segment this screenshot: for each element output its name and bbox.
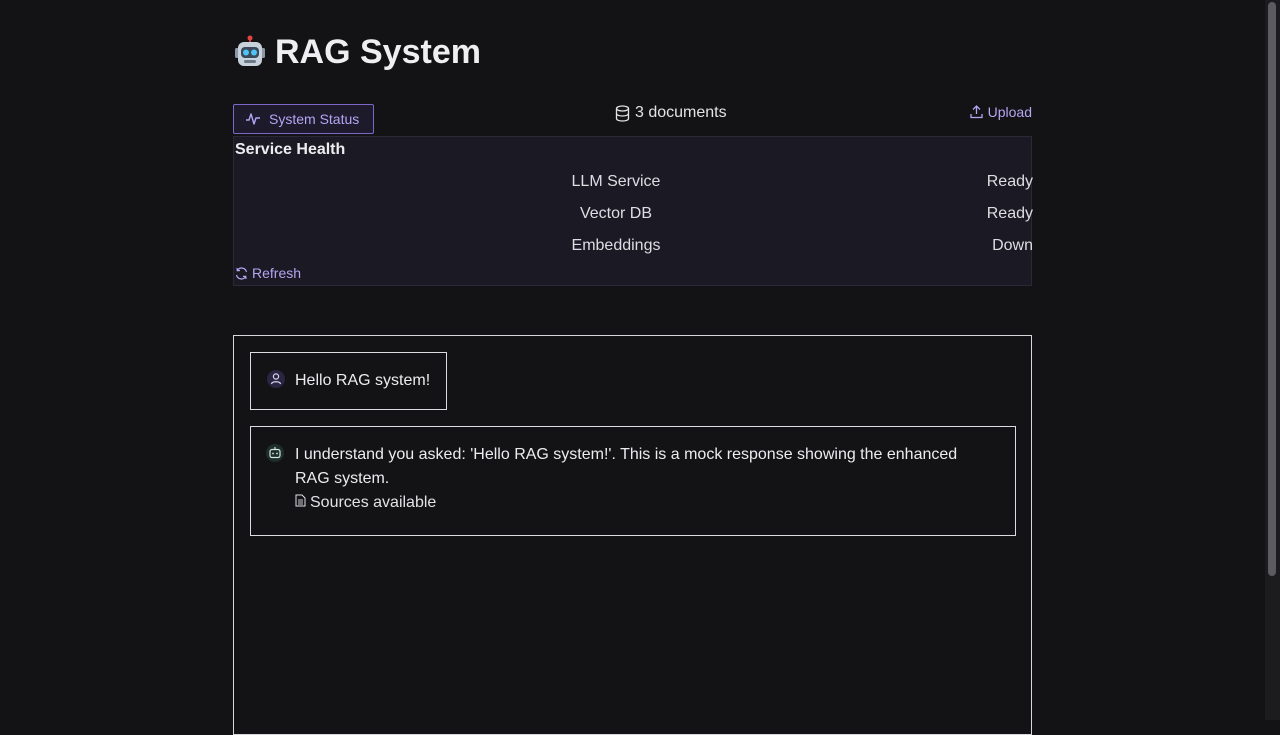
service-name: Embeddings bbox=[571, 237, 661, 254]
chat-panel: Hello RAG system! I understand you asked… bbox=[233, 335, 1032, 735]
service-row-llm: LLM Service Ready bbox=[234, 173, 1033, 193]
refresh-button[interactable]: Refresh bbox=[235, 265, 301, 281]
service-health-panel: Service Health LLM Service Ready Vector … bbox=[233, 136, 1033, 286]
document-count: 3 documents bbox=[615, 104, 727, 122]
user-icon bbox=[267, 370, 285, 388]
refresh-label: Refresh bbox=[252, 265, 302, 281]
service-row-embeddings: Embeddings Down bbox=[234, 237, 1033, 257]
assistant-message-text: I understand you asked: 'Hello RAG syste… bbox=[295, 446, 958, 487]
system-status-label: System Status bbox=[269, 111, 360, 127]
upload-label: Upload bbox=[987, 104, 1032, 120]
service-row-vector-db: Vector DB Ready bbox=[234, 205, 1033, 225]
document-count-label: 3 documents bbox=[635, 104, 727, 121]
page-title: RAG System bbox=[275, 33, 481, 71]
service-status: Ready bbox=[986, 205, 1033, 222]
refresh-icon bbox=[235, 266, 248, 280]
upload-icon bbox=[969, 105, 983, 119]
sources-label: Sources available bbox=[310, 494, 437, 511]
header: RAG System bbox=[233, 32, 481, 72]
system-status-button[interactable]: System Status bbox=[233, 104, 374, 134]
robot-icon bbox=[235, 35, 265, 66]
activity-icon bbox=[246, 113, 260, 125]
user-message: Hello RAG system! bbox=[250, 352, 448, 410]
service-status: Ready bbox=[986, 173, 1033, 190]
service-name: Vector DB bbox=[579, 205, 653, 222]
service-health-title: Service Health bbox=[235, 141, 346, 158]
service-status: Down bbox=[992, 237, 1033, 254]
upload-button[interactable]: Upload bbox=[969, 104, 1032, 120]
scrollbar-thumb[interactable] bbox=[1268, 2, 1276, 576]
service-name: LLM Service bbox=[571, 173, 661, 190]
page-scrollbar[interactable] bbox=[1265, 0, 1280, 720]
bot-icon bbox=[266, 444, 284, 462]
assistant-message: I understand you asked: 'Hello RAG syste… bbox=[250, 426, 1016, 536]
sources-indicator[interactable]: Sources available bbox=[295, 494, 436, 512]
database-icon bbox=[615, 104, 630, 122]
user-message-text: Hello RAG system! bbox=[295, 372, 431, 389]
document-icon bbox=[295, 494, 306, 506]
